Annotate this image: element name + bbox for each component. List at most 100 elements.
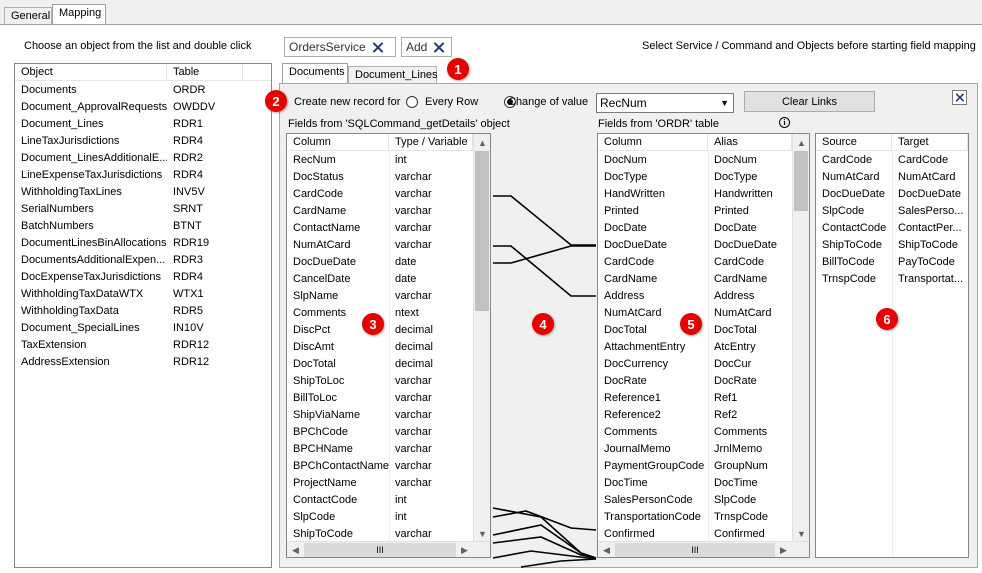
table-row[interactable]: Reference2 Ref2 [598,407,792,424]
scroll-up-icon[interactable]: ▲ [474,134,490,151]
scroll-left-icon[interactable]: ◀ [598,542,615,557]
table-row[interactable]: AddressExtension RDR12 [15,354,243,371]
table-row[interactable]: DocCurrency DocCur [598,356,792,373]
info-icon[interactable]: i [779,117,790,128]
table-row[interactable]: TrnspCode Transportat... [816,271,968,288]
table-row[interactable]: CardName varchar [287,203,473,220]
table-row[interactable]: DocTotal decimal [287,356,473,373]
every-row-radio[interactable] [406,96,418,109]
every-row-label[interactable]: Every Row [425,96,478,108]
table-row[interactable]: SlpName varchar [287,288,473,305]
table-row[interactable]: DiscAmt decimal [287,339,473,356]
table-row[interactable]: CardCode CardCode [816,152,968,169]
column-header-target[interactable]: Target [892,134,968,150]
scroll-down-icon[interactable]: ▼ [474,525,490,542]
column-header-column[interactable]: Column [287,134,389,150]
clear-links-button[interactable]: Clear Links [744,91,875,112]
column-header-table[interactable]: Table [167,64,243,80]
table-row[interactable]: Reference1 Ref1 [598,390,792,407]
table-row[interactable]: BillToLoc varchar [287,390,473,407]
table-row[interactable]: DocRate DocRate [598,373,792,390]
table-row[interactable]: ProjectName varchar [287,475,473,492]
table-row[interactable]: DocDueDate date [287,254,473,271]
scroll-thumb[interactable]: III [304,543,456,557]
table-row[interactable]: DocNum DocNum [598,152,792,169]
table-row[interactable]: SlpCode SalesPerso... [816,203,968,220]
source-horizontal-scrollbar[interactable]: ◀ III ▶ [287,541,490,557]
tab-documents[interactable]: Documents [282,63,348,84]
column-header-source[interactable]: Source [816,134,892,150]
table-row[interactable]: JournalMemo JrnlMemo [598,441,792,458]
command-token[interactable]: Add [401,37,452,57]
table-row[interactable]: CardCode varchar [287,186,473,203]
link-lines[interactable] [491,133,598,568]
table-row[interactable]: DocType DocType [598,169,792,186]
table-row[interactable]: RecNum int [287,152,473,169]
scroll-right-icon[interactable]: ▶ [775,542,792,557]
table-row[interactable]: ContactName varchar [287,220,473,237]
table-row[interactable]: ContactCode ContactPer... [816,220,968,237]
table-row[interactable]: BPChContactName varchar [287,458,473,475]
column-header-alias[interactable]: Alias [708,134,792,150]
table-row[interactable]: SalesPersonCode SlpCode [598,492,792,509]
target-fields-grid[interactable]: Column Alias DocNum DocNum DocType DocType H… [597,133,810,558]
table-row[interactable]: WithholdingTaxData RDR5 [15,303,243,320]
remove-service-icon[interactable] [371,41,384,54]
scroll-thumb[interactable] [475,151,489,311]
scroll-right-icon[interactable]: ▶ [456,542,473,557]
target-horizontal-scrollbar[interactable]: ◀ III ▶ [598,541,809,557]
remove-command-icon[interactable] [432,41,445,54]
close-panel-icon[interactable] [952,90,967,105]
table-row[interactable]: Address Address [598,288,792,305]
scroll-thumb[interactable] [794,151,808,211]
table-row[interactable]: TaxExtension RDR12 [15,337,243,354]
table-row[interactable]: WithholdingTaxDataWTX WTX1 [15,286,243,303]
table-row[interactable]: BPCHName varchar [287,441,473,458]
table-row[interactable]: DocStatus varchar [287,169,473,186]
table-row[interactable]: LineTaxJurisdictions RDR4 [15,133,243,150]
table-row[interactable]: DocTime DocTime [598,475,792,492]
change-of-value-label[interactable]: Change of value [508,96,588,108]
scroll-down-icon[interactable]: ▼ [793,525,809,542]
table-row[interactable]: ShipToCode ShipToCode [816,237,968,254]
column-header-column[interactable]: Column [598,134,708,150]
table-row[interactable]: ShipToLoc varchar [287,373,473,390]
table-row[interactable]: NumAtCard varchar [287,237,473,254]
tab-mapping[interactable]: Mapping [52,4,106,25]
table-row[interactable]: BillToCode PayToCode [816,254,968,271]
source-vertical-scrollbar[interactable]: ▲ ▼ [473,134,490,542]
table-row[interactable]: ShipViaName varchar [287,407,473,424]
scroll-up-icon[interactable]: ▲ [793,134,809,151]
table-row[interactable]: SlpCode int [287,509,473,526]
source-fields-grid[interactable]: Column Type / Variable RecNum int DocStatu… [286,133,491,558]
column-header-type[interactable]: Type / Variable [389,134,473,150]
table-row[interactable]: NumAtCard NumAtCard [816,169,968,186]
target-vertical-scrollbar[interactable]: ▲ ▼ [792,134,809,542]
tab-general[interactable]: General [4,7,52,25]
change-field-select[interactable]: RecNum ▼ [596,93,734,113]
table-row[interactable]: ContactCode int [287,492,473,509]
service-token[interactable]: OrdersService [284,37,396,57]
table-row[interactable]: AttachmentEntry AtcEntry [598,339,792,356]
table-row[interactable]: LineExpenseTaxJurisdictions RDR4 [15,167,243,184]
object-list[interactable]: Object Table Documents ORDR Document_Appro… [14,63,272,568]
table-row[interactable]: DocumentsAdditionalExpen... RDR3 [15,252,243,269]
table-row[interactable]: Document_Lines RDR1 [15,116,243,133]
table-row[interactable]: TransportationCode TrnspCode [598,509,792,526]
table-row[interactable]: PaymentGroupCode GroupNum [598,458,792,475]
table-row[interactable]: CancelDate date [287,271,473,288]
table-row[interactable]: HandWritten Handwritten [598,186,792,203]
table-row[interactable]: WithholdingTaxLines INV5V [15,184,243,201]
table-row[interactable]: DocExpenseTaxJurisdictions RDR4 [15,269,243,286]
mappings-grid[interactable]: Source Target CardCode CardCode NumAtCard N… [815,133,969,558]
table-row[interactable]: SerialNumbers SRNT [15,201,243,218]
table-row[interactable]: CardName CardName [598,271,792,288]
column-header-object[interactable]: Object [15,64,167,80]
table-row[interactable]: Comments Comments [598,424,792,441]
table-row[interactable]: CardCode CardCode [598,254,792,271]
table-row[interactable]: DocDueDate DocDueDate [816,186,968,203]
table-row[interactable]: Printed Printed [598,203,792,220]
table-row[interactable]: BPChCode varchar [287,424,473,441]
table-row[interactable]: DocDueDate DocDueDate [598,237,792,254]
table-row[interactable]: Document_ApprovalRequests OWDDV [15,99,243,116]
